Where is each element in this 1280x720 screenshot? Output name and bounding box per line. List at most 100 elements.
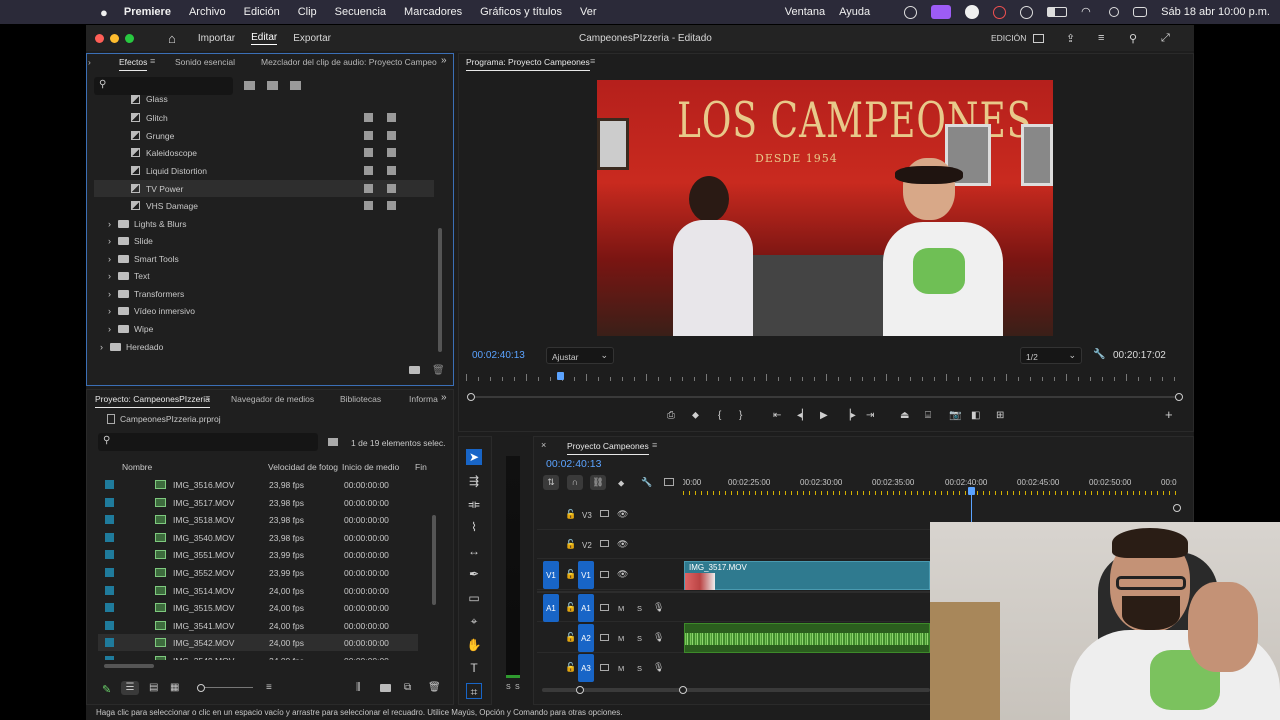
menu-edicion[interactable]: Edición — [244, 6, 280, 18]
project-row[interactable]: IMG_3516.MOV 23,98 fps 00:00:00:00 — [98, 476, 418, 493]
program-ruler[interactable] — [466, 371, 1182, 383]
menu-graficos[interactable]: Gráficos y títulos — [480, 6, 562, 18]
project-hscroll[interactable] — [104, 664, 154, 668]
effect-item[interactable]: VHS Damage — [131, 197, 198, 214]
effect-item[interactable]: Kaleidoscope — [131, 144, 197, 161]
solo-button[interactable]: S — [637, 634, 642, 643]
program-playhead-timecode[interactable]: 00:02:40:13 — [472, 350, 525, 361]
tab-efectos[interactable]: Efectos — [119, 57, 148, 71]
sync-lock-icon[interactable] — [600, 604, 609, 611]
fullscreen-icon[interactable]: ⤢ — [1161, 32, 1170, 45]
marker-filter-icon[interactable]: ⎙ — [667, 410, 675, 421]
slip-tool-icon[interactable]: ↔ — [466, 543, 482, 559]
play-circle-icon[interactable] — [1020, 5, 1034, 19]
pen-tool-icon[interactable]: ✒ — [466, 566, 482, 582]
menu-clock[interactable]: Sáb 18 abr 10:00 p.m. — [1161, 6, 1270, 18]
eye-icon[interactable]: 👁 — [617, 509, 628, 520]
efectos-menu-icon[interactable]: ≡ — [150, 56, 155, 66]
effect-folder[interactable]: › Vídeo inmersivo — [108, 302, 195, 319]
program-menu-icon[interactable]: ≡ — [590, 56, 595, 66]
timeline-ruler[interactable]: :00:00 00:02:25:00 00:02:30:00 00:02:35:… — [683, 474, 1177, 498]
lock-icon[interactable]: 🔓 — [565, 509, 576, 520]
label-color-swatch[interactable] — [105, 515, 114, 525]
project-row[interactable]: IMG_3552.MOV 23,99 fps 00:00:00:00 — [98, 564, 418, 581]
rectangle-tool-icon[interactable]: ▭ — [466, 590, 482, 606]
linked-selection-icon[interactable]: ⛓ — [590, 475, 606, 490]
selection-tool-icon[interactable]: ➤ — [466, 449, 482, 465]
record-icon[interactable] — [993, 5, 1007, 19]
audio-clip[interactable] — [684, 623, 930, 653]
32bit-effects-icon[interactable] — [267, 81, 278, 90]
track-target-a3[interactable]: A3 — [578, 654, 594, 682]
ripple-edit-tool-icon[interactable]: ⟚ — [466, 496, 482, 512]
workspace-label[interactable]: EDICIÓN — [991, 33, 1026, 43]
source-patch-v1[interactable]: V1 — [543, 561, 559, 589]
label-color-swatch[interactable] — [105, 532, 114, 542]
label-color-swatch[interactable] — [105, 620, 114, 630]
trash-icon[interactable]: 🗑 — [428, 682, 441, 693]
project-row[interactable]: IMG_3514.MOV 24,00 fps 00:00:00:00 — [98, 582, 418, 599]
col-fin[interactable]: Fin — [415, 462, 427, 472]
track-label-v3[interactable]: V3 — [582, 511, 592, 520]
add-marker-icon[interactable]: ⬥ — [692, 410, 699, 421]
project-row[interactable]: IMG_3540.MOV 23,98 fps 00:00:00:00 — [98, 529, 418, 546]
project-row[interactable]: IMG_3515.MOV 24,00 fps 00:00:00:00 — [98, 599, 418, 616]
effect-folder[interactable]: › Text — [108, 267, 150, 284]
hand-tool-icon[interactable]: ✋ — [466, 637, 482, 653]
screen-record-icon[interactable] — [931, 5, 952, 19]
lock-icon[interactable]: 🔓 — [565, 662, 576, 673]
mark-in-icon[interactable]: { — [718, 410, 721, 421]
project-overflow-icon[interactable]: » — [441, 392, 447, 403]
microphone-icon[interactable]: 🎙 — [653, 662, 664, 673]
microphone-icon[interactable]: 🎙 — [653, 632, 664, 643]
pencil-icon[interactable]: ✎ — [102, 683, 111, 696]
video-frame[interactable]: LOS CAMPEONES DESDE 1954 — [597, 80, 1053, 336]
track-label-v2[interactable]: V2 — [582, 541, 592, 550]
effect-item[interactable]: Liquid Distortion — [131, 162, 207, 179]
mute-button[interactable]: M — [618, 664, 624, 673]
mute-button[interactable]: M — [618, 604, 624, 613]
project-menu-icon[interactable]: ≡ — [205, 393, 210, 403]
settings-wrench-icon[interactable]: 🔧 — [1093, 349, 1105, 360]
timeline-sequence-tab[interactable]: Proyecto Campeones — [567, 441, 649, 455]
zoom-window-button[interactable] — [125, 33, 134, 43]
lift-icon[interactable]: ⏏ — [900, 410, 909, 421]
go-to-in-icon[interactable]: ⇤ — [773, 410, 781, 421]
col-nombre[interactable]: Nombre — [122, 462, 152, 472]
effects-tab-overflow-icon[interactable]: › — [88, 57, 91, 67]
tab-exportar[interactable]: Exportar — [293, 33, 331, 44]
fit-dropdown[interactable]: Ajustar ⌄ — [546, 347, 614, 364]
col-fps[interactable]: Velocidad de fotogr — [268, 462, 338, 472]
microphone-icon[interactable]: 🎙 — [653, 602, 664, 613]
new-item-icon[interactable]: ⧉ — [404, 682, 411, 693]
battery-icon[interactable] — [1047, 7, 1068, 17]
step-back-icon[interactable]: ◂▏ — [797, 410, 810, 421]
go-to-out-icon[interactable]: ⇥ — [866, 410, 874, 421]
extract-icon[interactable]: ⌸ — [925, 410, 931, 421]
menu-secuencia[interactable]: Secuencia — [335, 6, 386, 18]
close-sequence-icon[interactable]: × — [541, 440, 546, 450]
lock-icon[interactable]: 🔓 — [565, 632, 576, 643]
timeline-zoom-bar[interactable] — [542, 686, 930, 694]
close-window-button[interactable] — [95, 33, 104, 43]
effect-folder[interactable]: › Wipe — [108, 320, 153, 337]
project-search-input[interactable]: ⚲ — [98, 433, 318, 451]
project-row[interactable]: IMG_3541.MOV 24,00 fps 00:00:00:00 — [98, 617, 418, 634]
col-inicio[interactable]: Inicio de medio — [342, 462, 399, 472]
track-target-a2[interactable]: A2 — [578, 624, 594, 652]
add-marker-timeline-icon[interactable]: ⬥ — [618, 478, 624, 489]
label-color-swatch[interactable] — [105, 480, 114, 489]
meter-solo-right[interactable]: S — [515, 684, 520, 691]
workspace-panel-icon[interactable] — [1033, 33, 1044, 43]
label-color-swatch[interactable] — [105, 656, 114, 660]
tab-importar[interactable]: Importar — [198, 33, 235, 44]
timeline-settings-icon[interactable]: 🔧 — [641, 477, 652, 488]
razor-tool-icon[interactable]: ⌇ — [466, 519, 482, 535]
snap-icon[interactable]: ∩ — [567, 475, 583, 490]
menu-clip[interactable]: Clip — [298, 6, 317, 18]
new-bin-icon[interactable] — [409, 366, 420, 374]
label-color-swatch[interactable] — [105, 568, 114, 577]
track-target-v1[interactable]: V1 — [578, 561, 594, 589]
effect-folder[interactable]: › Transformers — [108, 285, 184, 302]
program-zoom-bar[interactable] — [467, 393, 1183, 401]
